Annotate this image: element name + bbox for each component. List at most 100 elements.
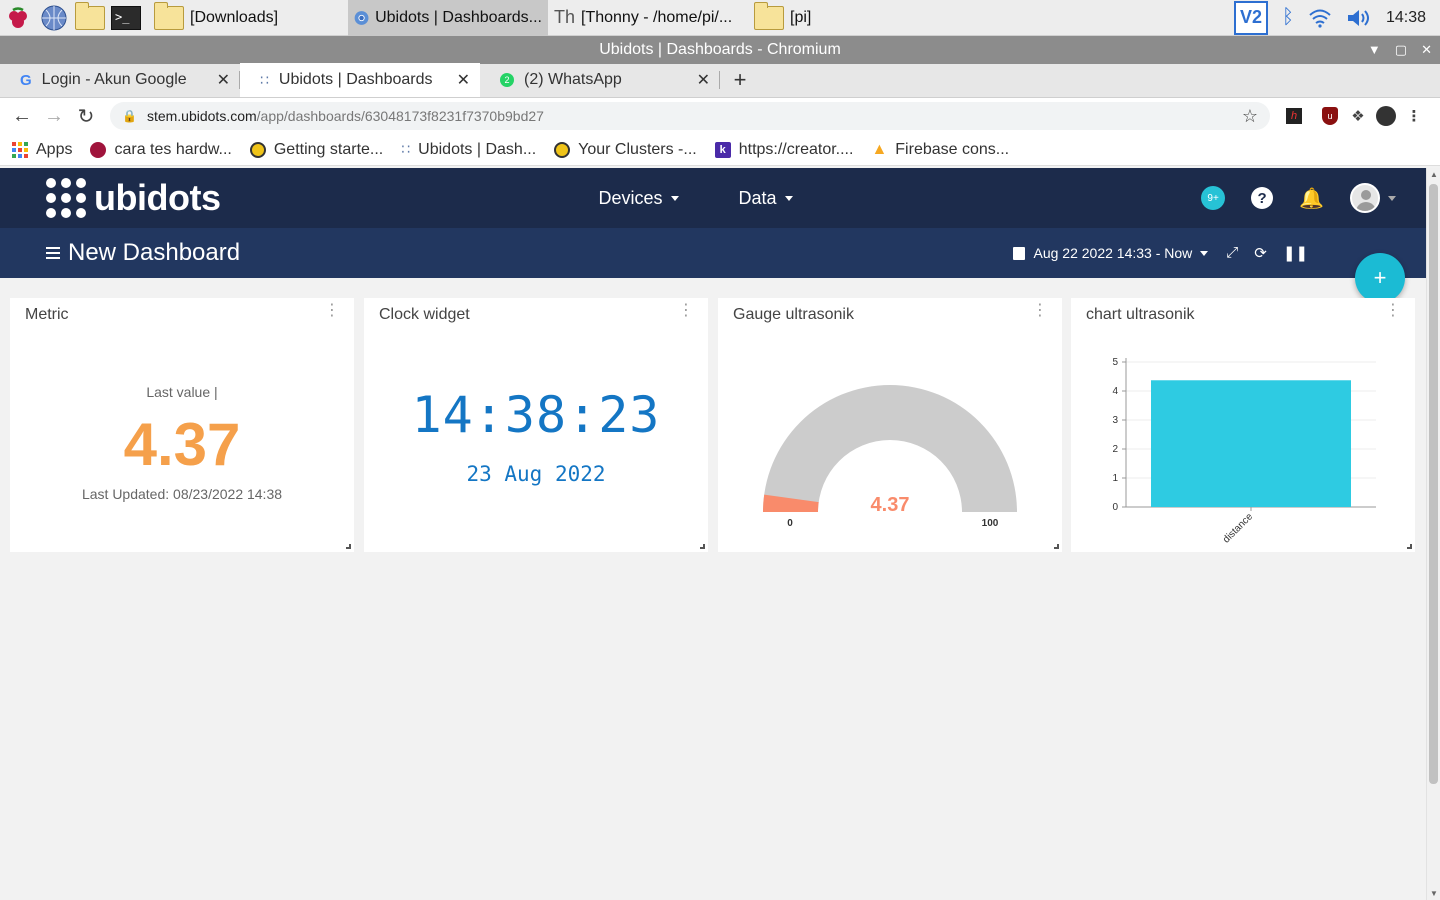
close-tab-icon[interactable]: ✕ xyxy=(697,70,710,90)
widget-menu-icon[interactable]: ⋮ xyxy=(678,303,694,319)
bookmark-star-icon[interactable]: ☆ xyxy=(1242,106,1258,127)
profile-icon[interactable] xyxy=(1372,102,1400,130)
scrollbar-thumb[interactable] xyxy=(1429,184,1438,784)
bookmark-label: Getting starte... xyxy=(273,140,384,158)
chart-bar xyxy=(1151,380,1351,507)
whatsapp-icon: 2 xyxy=(500,73,514,87)
volume-icon[interactable] xyxy=(1346,8,1372,28)
header-actions: 9+ ? 🔔 xyxy=(1201,183,1396,213)
menu-devices[interactable]: Devices xyxy=(598,187,679,209)
calendar-icon xyxy=(1013,246,1026,260)
tab-label: Ubidots | Dashboards xyxy=(278,71,433,88)
extensions-puzzle-icon[interactable]: ❖ xyxy=(1344,102,1372,130)
google-icon: G xyxy=(20,71,32,89)
vnc-icon[interactable]: V2 xyxy=(1233,0,1268,35)
bluetooth-icon[interactable]: ᛒ xyxy=(1282,6,1294,29)
bookmark-cara-tes[interactable]: cara tes hardw... xyxy=(90,141,232,159)
tab-label: Login - Akun Google xyxy=(41,71,187,88)
date-range-picker[interactable]: Aug 22 2022 14:33 - Now xyxy=(1013,245,1209,261)
ubidots-logo-dots-icon xyxy=(46,178,86,218)
back-button[interactable]: ← xyxy=(6,100,38,132)
y-tick-label: 2 xyxy=(1112,444,1118,455)
bookmark-getting-started[interactable]: Getting starte... xyxy=(249,140,384,159)
bookmark-firebase[interactable]: ▲ Firebase cons... xyxy=(871,141,1009,159)
close-tab-icon[interactable]: ✕ xyxy=(457,70,470,90)
task-pi-folder[interactable]: [pi] xyxy=(748,0,948,36)
task-label: [pi] xyxy=(790,8,812,26)
metric-value: 4.37 xyxy=(123,411,241,478)
task-downloads[interactable]: [Downloads] xyxy=(148,0,348,36)
metric-label: Last value | xyxy=(146,384,218,400)
bookmark-apps[interactable]: Apps xyxy=(12,141,72,159)
fullscreen-icon[interactable]: ⤢ xyxy=(1226,244,1238,262)
browser-menu-icon[interactable]: ⋮ xyxy=(1400,102,1428,130)
gauge-max-label: 100 xyxy=(982,518,999,529)
task-chromium[interactable]: Ubidots | Dashboards... xyxy=(348,0,548,36)
close-tab-icon[interactable]: ✕ xyxy=(217,70,230,90)
bee-icon xyxy=(249,141,266,158)
bookmark-creator[interactable]: k https://creator.... xyxy=(714,141,853,159)
bookmark-label: Your Clusters -... xyxy=(578,140,697,158)
add-widget-button[interactable]: + xyxy=(1355,253,1405,303)
new-tab-button[interactable]: + xyxy=(720,63,760,97)
notification-count-badge[interactable]: 9+ xyxy=(1201,186,1226,210)
menu-data[interactable]: Data xyxy=(739,188,793,209)
raspberry-menu-icon[interactable] xyxy=(0,0,36,36)
reload-button[interactable]: ↻ xyxy=(70,100,102,132)
help-icon[interactable]: ? xyxy=(1251,187,1274,209)
chart-widget: 0 1 2 3 4 5 distance chart ultrasonik ⋮ xyxy=(1071,298,1415,552)
apps-grid-icon xyxy=(12,141,28,158)
pause-icon[interactable]: ❚❚ xyxy=(1283,244,1308,262)
gauge-track xyxy=(763,385,1017,512)
task-label: [Downloads] xyxy=(190,8,279,26)
web-browser-launcher-icon[interactable] xyxy=(36,0,72,36)
user-menu[interactable] xyxy=(1350,183,1396,213)
task-label: Ubidots | Dashboards... xyxy=(375,8,542,26)
tab-google-login[interactable]: G Login - Akun Google ✕ xyxy=(0,63,240,97)
url-host: stem.ubidots.com xyxy=(146,108,257,124)
refresh-icon[interactable]: ⟳ xyxy=(1254,244,1267,262)
widget-menu-icon[interactable]: ⋮ xyxy=(324,303,340,319)
menu-label: Devices xyxy=(598,187,663,208)
ubidots-logo[interactable]: ubidots xyxy=(46,177,221,219)
resize-handle-icon[interactable] xyxy=(346,544,351,549)
bookmark-your-clusters[interactable]: Your Clusters -... xyxy=(554,141,697,159)
wifi-icon[interactable] xyxy=(1308,8,1332,28)
scroll-down-icon[interactable]: ▼ xyxy=(1430,889,1438,898)
close-window-icon[interactable]: ✕ xyxy=(1421,36,1432,64)
file-manager-launcher-icon[interactable] xyxy=(72,0,108,36)
tab-whatsapp[interactable]: 2 (2) WhatsApp ✕ xyxy=(480,63,720,97)
y-tick-label: 1 xyxy=(1112,473,1118,484)
bell-icon[interactable]: 🔔 xyxy=(1299,186,1324,211)
forward-button[interactable]: → xyxy=(38,100,70,132)
raspberry-icon xyxy=(90,141,107,158)
scroll-up-icon[interactable]: ▲ xyxy=(1430,170,1438,179)
bar-chart: 0 1 2 3 4 5 distance xyxy=(1112,357,1376,545)
terminal-launcher-icon[interactable]: >_ xyxy=(108,0,144,36)
resize-handle-icon[interactable] xyxy=(1407,544,1412,549)
ublock-extension-icon[interactable]: u xyxy=(1316,102,1344,130)
extension-red-icon[interactable]: h xyxy=(1280,102,1308,130)
bookmarks-bar: Apps cara tes hardw... Getting starte...… xyxy=(0,134,1440,166)
minimize-icon[interactable]: ▼ xyxy=(1368,36,1381,64)
address-bar[interactable]: 🔒 stem.ubidots.com/app/dashboards/630481… xyxy=(110,102,1270,130)
maximize-icon[interactable]: ▢ xyxy=(1395,36,1407,64)
resize-handle-icon[interactable] xyxy=(1054,544,1059,549)
dashboard-title[interactable]: New Dashboard xyxy=(68,239,240,267)
firebase-icon: ▲ xyxy=(871,140,888,158)
tab-ubidots-dashboards[interactable]: ∷ Ubidots | Dashboards ✕ xyxy=(240,63,480,97)
thonny-icon: Th xyxy=(554,7,576,27)
browser-tab-strip: G Login - Akun Google ✕ ∷ Ubidots | Dash… xyxy=(0,63,1440,98)
resize-handle-icon[interactable] xyxy=(700,544,705,549)
widget-menu-icon[interactable]: ⋮ xyxy=(1385,303,1401,319)
gauge-graphic: 4.37 0 100 xyxy=(763,385,1017,529)
bookmark-label: Firebase cons... xyxy=(895,140,1010,158)
bookmark-ubidots[interactable]: ∷ Ubidots | Dash... xyxy=(401,141,536,159)
task-label: [Thonny - /home/pi/... xyxy=(581,8,733,26)
hamburger-menu-icon[interactable] xyxy=(46,247,60,259)
page-scrollbar[interactable]: ▲ ▼ xyxy=(1426,168,1440,900)
bookmark-label: Apps xyxy=(36,140,73,158)
task-thonny[interactable]: Th [Thonny - /home/pi/... xyxy=(548,0,748,36)
chromium-icon xyxy=(354,10,369,25)
chevron-down-icon xyxy=(1388,195,1396,201)
